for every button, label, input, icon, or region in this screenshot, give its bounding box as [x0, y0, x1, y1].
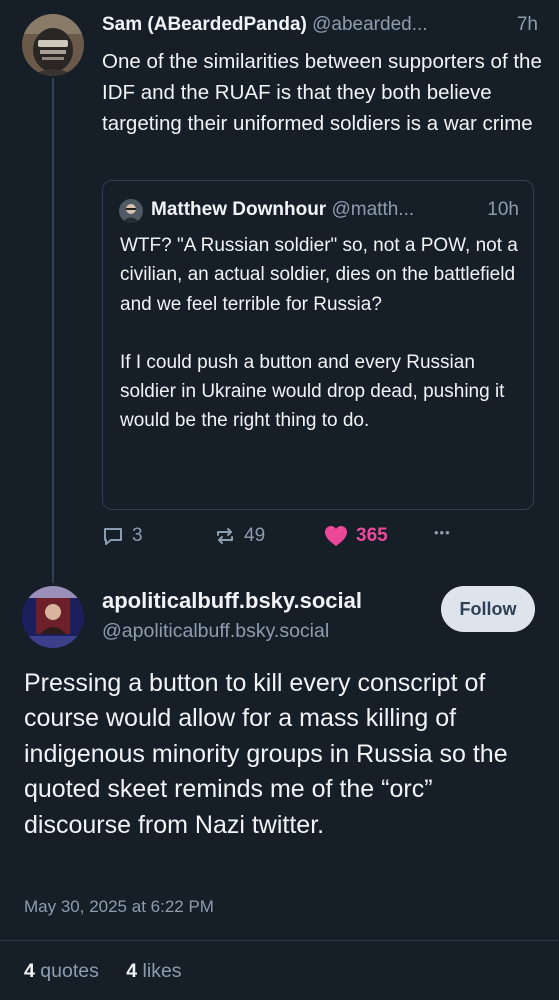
likes-stat[interactable]: 4 likes: [126, 960, 181, 982]
repost-count: 49: [244, 525, 266, 546]
post-text: One of the similarities between supporte…: [102, 50, 542, 135]
quote-paragraph-2: If I could push a button and every Russi…: [120, 351, 505, 432]
speech-bubble-icon: [104, 528, 122, 545]
quote-time: 10h: [487, 199, 519, 220]
quoted-post-card[interactable]: Matthew Downhour @matth... 10h WTF? "A R…: [102, 180, 534, 510]
like-count: 365: [356, 525, 388, 546]
post-time[interactable]: 7h: [517, 14, 538, 36]
quotes-label: quotes: [40, 960, 99, 982]
follow-button[interactable]: Follow: [441, 586, 535, 632]
quotes-count: 4: [24, 960, 35, 982]
like-button[interactable]: 365: [324, 525, 388, 547]
more-options-button[interactable]: •••: [434, 525, 451, 540]
reply-author-handle[interactable]: @apoliticalbuff.bsky.social: [102, 620, 329, 643]
quote-paragraph-1: WTF? "A Russian soldier" so, not a POW, …: [120, 235, 518, 315]
heart-icon: [325, 526, 347, 546]
post-actions: 3 49 365 •••: [102, 525, 542, 553]
quote-header: Matthew Downhour @matth... 10h: [119, 199, 523, 221]
quote-author-name: Matthew Downhour: [151, 199, 327, 220]
quotes-stat[interactable]: 4 quotes: [24, 960, 99, 982]
reply-text: Pressing a button to kill every conscrip…: [24, 669, 508, 839]
likes-label: likes: [142, 960, 182, 982]
thread-line: [52, 78, 54, 583]
reply-button[interactable]: 3: [102, 525, 143, 547]
avatar-sam[interactable]: [22, 14, 84, 76]
author-display-name[interactable]: Sam (ABeardedPanda): [102, 14, 307, 35]
repost-button[interactable]: 49: [214, 525, 265, 547]
reply-author-name[interactable]: apoliticalbuff.bsky.social: [102, 588, 362, 614]
avatar-apoliticalbuff[interactable]: [22, 586, 84, 648]
divider: [0, 940, 559, 941]
likes-count: 4: [126, 960, 138, 982]
ellipsis-icon: •••: [434, 525, 451, 540]
reply-count: 3: [132, 525, 143, 546]
quote-author-handle: @matth...: [331, 199, 415, 220]
quote-text: WTF? "A Russian soldier" so, not a POW, …: [120, 231, 520, 436]
post-header: Sam (ABeardedPanda) @abearded... 7h: [102, 14, 542, 36]
reply-timestamp: May 30, 2025 at 6:22 PM: [24, 897, 214, 916]
author-handle[interactable]: @abearded...: [312, 14, 427, 35]
reply-stats: 4 quotes 4 likes: [24, 960, 182, 983]
repost-arrows-icon: [217, 528, 233, 544]
